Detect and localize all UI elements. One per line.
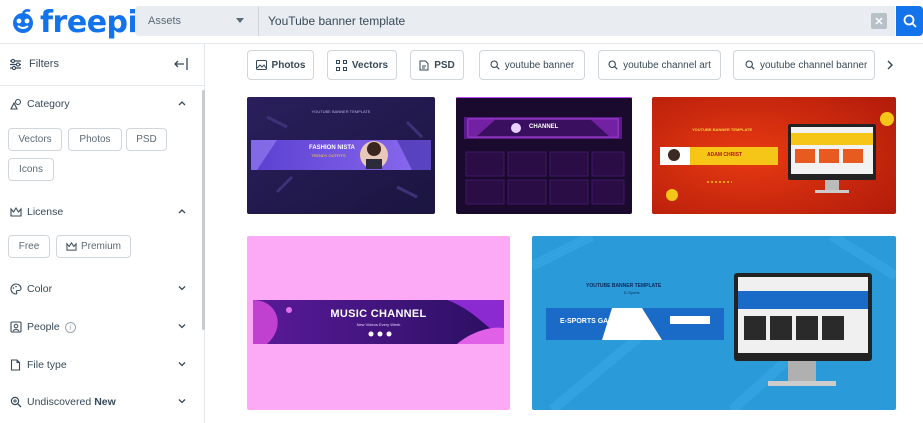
search-bar: Assets — [135, 6, 895, 36]
result-thumbnail-2[interactable]: CHANNEL — [456, 97, 632, 214]
image-icon — [255, 60, 267, 70]
chevron-down-icon — [178, 324, 186, 329]
category-icons-chip[interactable]: Icons — [8, 158, 54, 181]
category-vectors-chip[interactable]: Vectors — [8, 128, 62, 151]
undiscovered-label: Undiscovered — [27, 396, 92, 408]
search-input[interactable] — [261, 6, 861, 36]
file-icon — [419, 60, 429, 71]
filters-header: Filters — [0, 44, 204, 86]
sliders-icon — [10, 58, 21, 71]
category-psd-chip[interactable]: PSD — [126, 128, 167, 151]
chevron-down-icon — [178, 286, 186, 291]
tag-youtube-channel-banner-label: youtube channel banner — [760, 59, 868, 71]
crown-icon — [66, 241, 77, 251]
tag-psd[interactable]: PSD — [410, 50, 464, 80]
palette-icon — [9, 283, 22, 296]
chevron-down-icon — [236, 18, 244, 23]
tag-youtube-banner[interactable]: youtube banner — [479, 50, 585, 80]
undiscovered-section-header[interactable]: Undiscovered New — [9, 392, 189, 412]
new-badge: New — [94, 396, 116, 408]
result-3-title: ADAM CHRIST — [707, 152, 742, 158]
file-icon — [9, 359, 22, 372]
result-thumbnail-3[interactable]: YOUTUBE BANNER TEMPLATE ADAM CHRIST — [652, 97, 896, 214]
chevron-right-icon[interactable] — [885, 59, 895, 71]
filetype-section-header[interactable]: File type — [9, 355, 189, 375]
license-section-header[interactable]: License — [9, 202, 189, 222]
tag-vectors[interactable]: Vectors — [327, 50, 397, 80]
filetype-label: File type — [27, 359, 67, 371]
people-section-header[interactable]: People i — [9, 317, 189, 337]
search-button[interactable] — [896, 6, 923, 36]
tag-photos[interactable]: Photos — [247, 50, 314, 80]
tag-photos-label: Photos — [271, 59, 306, 71]
sidebar-scrollbar[interactable] — [202, 90, 205, 330]
result-3-heading: YOUTUBE BANNER TEMPLATE — [692, 127, 753, 132]
collapse-sidebar-icon[interactable] — [173, 57, 189, 71]
crown-icon — [9, 206, 22, 219]
tag-youtube-channel-art[interactable]: youtube channel art — [598, 50, 721, 80]
license-premium-label: Premium — [80, 241, 121, 252]
chevron-up-icon — [178, 209, 186, 214]
tag-psd-label: PSD — [434, 59, 455, 71]
category-photos-chip[interactable]: Photos — [68, 128, 122, 151]
color-label: Color — [27, 283, 53, 295]
search-icon — [490, 60, 500, 70]
top-header: freepik Assets — [0, 0, 923, 44]
related-tags-bar: Photos Vectors PSD youtube banner youtub… — [205, 44, 923, 90]
category-section-header[interactable]: Category — [9, 94, 189, 114]
result-1-subtitle: TRENDY OUTFITS — [311, 153, 346, 158]
info-icon[interactable]: i — [64, 321, 76, 333]
result-5-heading: YOUTUBE BANNER TEMPLATE — [586, 283, 662, 289]
result-4-subtitle: New Videos Every Week — [356, 322, 401, 327]
search-sparkle-icon — [9, 396, 22, 409]
result-thumbnail-5[interactable]: YOUTUBE BANNER TEMPLATE E-Sports E-SPORT… — [532, 236, 896, 410]
result-5-subtitle: E-Sports — [624, 290, 640, 295]
person-card-icon — [9, 321, 22, 334]
search-icon — [608, 60, 618, 70]
search-icon — [903, 14, 917, 28]
chevron-down-icon — [178, 399, 186, 404]
tag-youtube-banner-label: youtube banner — [504, 59, 575, 71]
chevron-down-icon — [178, 362, 186, 367]
result-thumbnail-1[interactable]: YOUTUBE BANNER TEMPLATE FASHION NISTA TR… — [247, 97, 435, 214]
tag-vectors-label: Vectors — [351, 59, 389, 71]
result-1-heading: YOUTUBE BANNER TEMPLATE — [311, 109, 371, 114]
filters-sidebar: Filters Category Vectors Photos PSD Icon… — [0, 44, 205, 423]
tag-youtube-channel-art-label: youtube channel art — [623, 59, 711, 71]
asset-type-value: Assets — [148, 15, 182, 27]
result-2-title: CHANNEL — [529, 124, 559, 130]
vector-icon — [335, 59, 347, 71]
category-label: Category — [27, 98, 70, 110]
filters-title: Filters — [29, 58, 59, 70]
color-section-header[interactable]: Color — [9, 279, 189, 299]
license-premium-chip[interactable]: Premium — [56, 235, 131, 258]
shapes-icon — [9, 98, 22, 111]
close-icon — [875, 17, 883, 25]
license-label: License — [27, 206, 64, 218]
clear-search-button[interactable] — [871, 13, 887, 29]
search-icon — [745, 60, 755, 70]
chevron-up-icon — [178, 101, 186, 106]
result-1-title: FASHION NISTA — [309, 145, 355, 151]
result-thumbnail-4[interactable]: MUSIC CHANNEL New Videos Every Week — [247, 236, 510, 410]
license-free-chip[interactable]: Free — [8, 235, 50, 258]
result-5-title: E-SPORTS GAME — [560, 318, 619, 325]
freepik-logo-icon — [13, 9, 33, 33]
people-label: People — [27, 321, 60, 333]
asset-type-select[interactable]: Assets — [135, 6, 259, 36]
tag-youtube-channel-banner[interactable]: youtube channel banner — [733, 50, 875, 80]
result-4-title: MUSIC CHANNEL — [330, 308, 427, 320]
